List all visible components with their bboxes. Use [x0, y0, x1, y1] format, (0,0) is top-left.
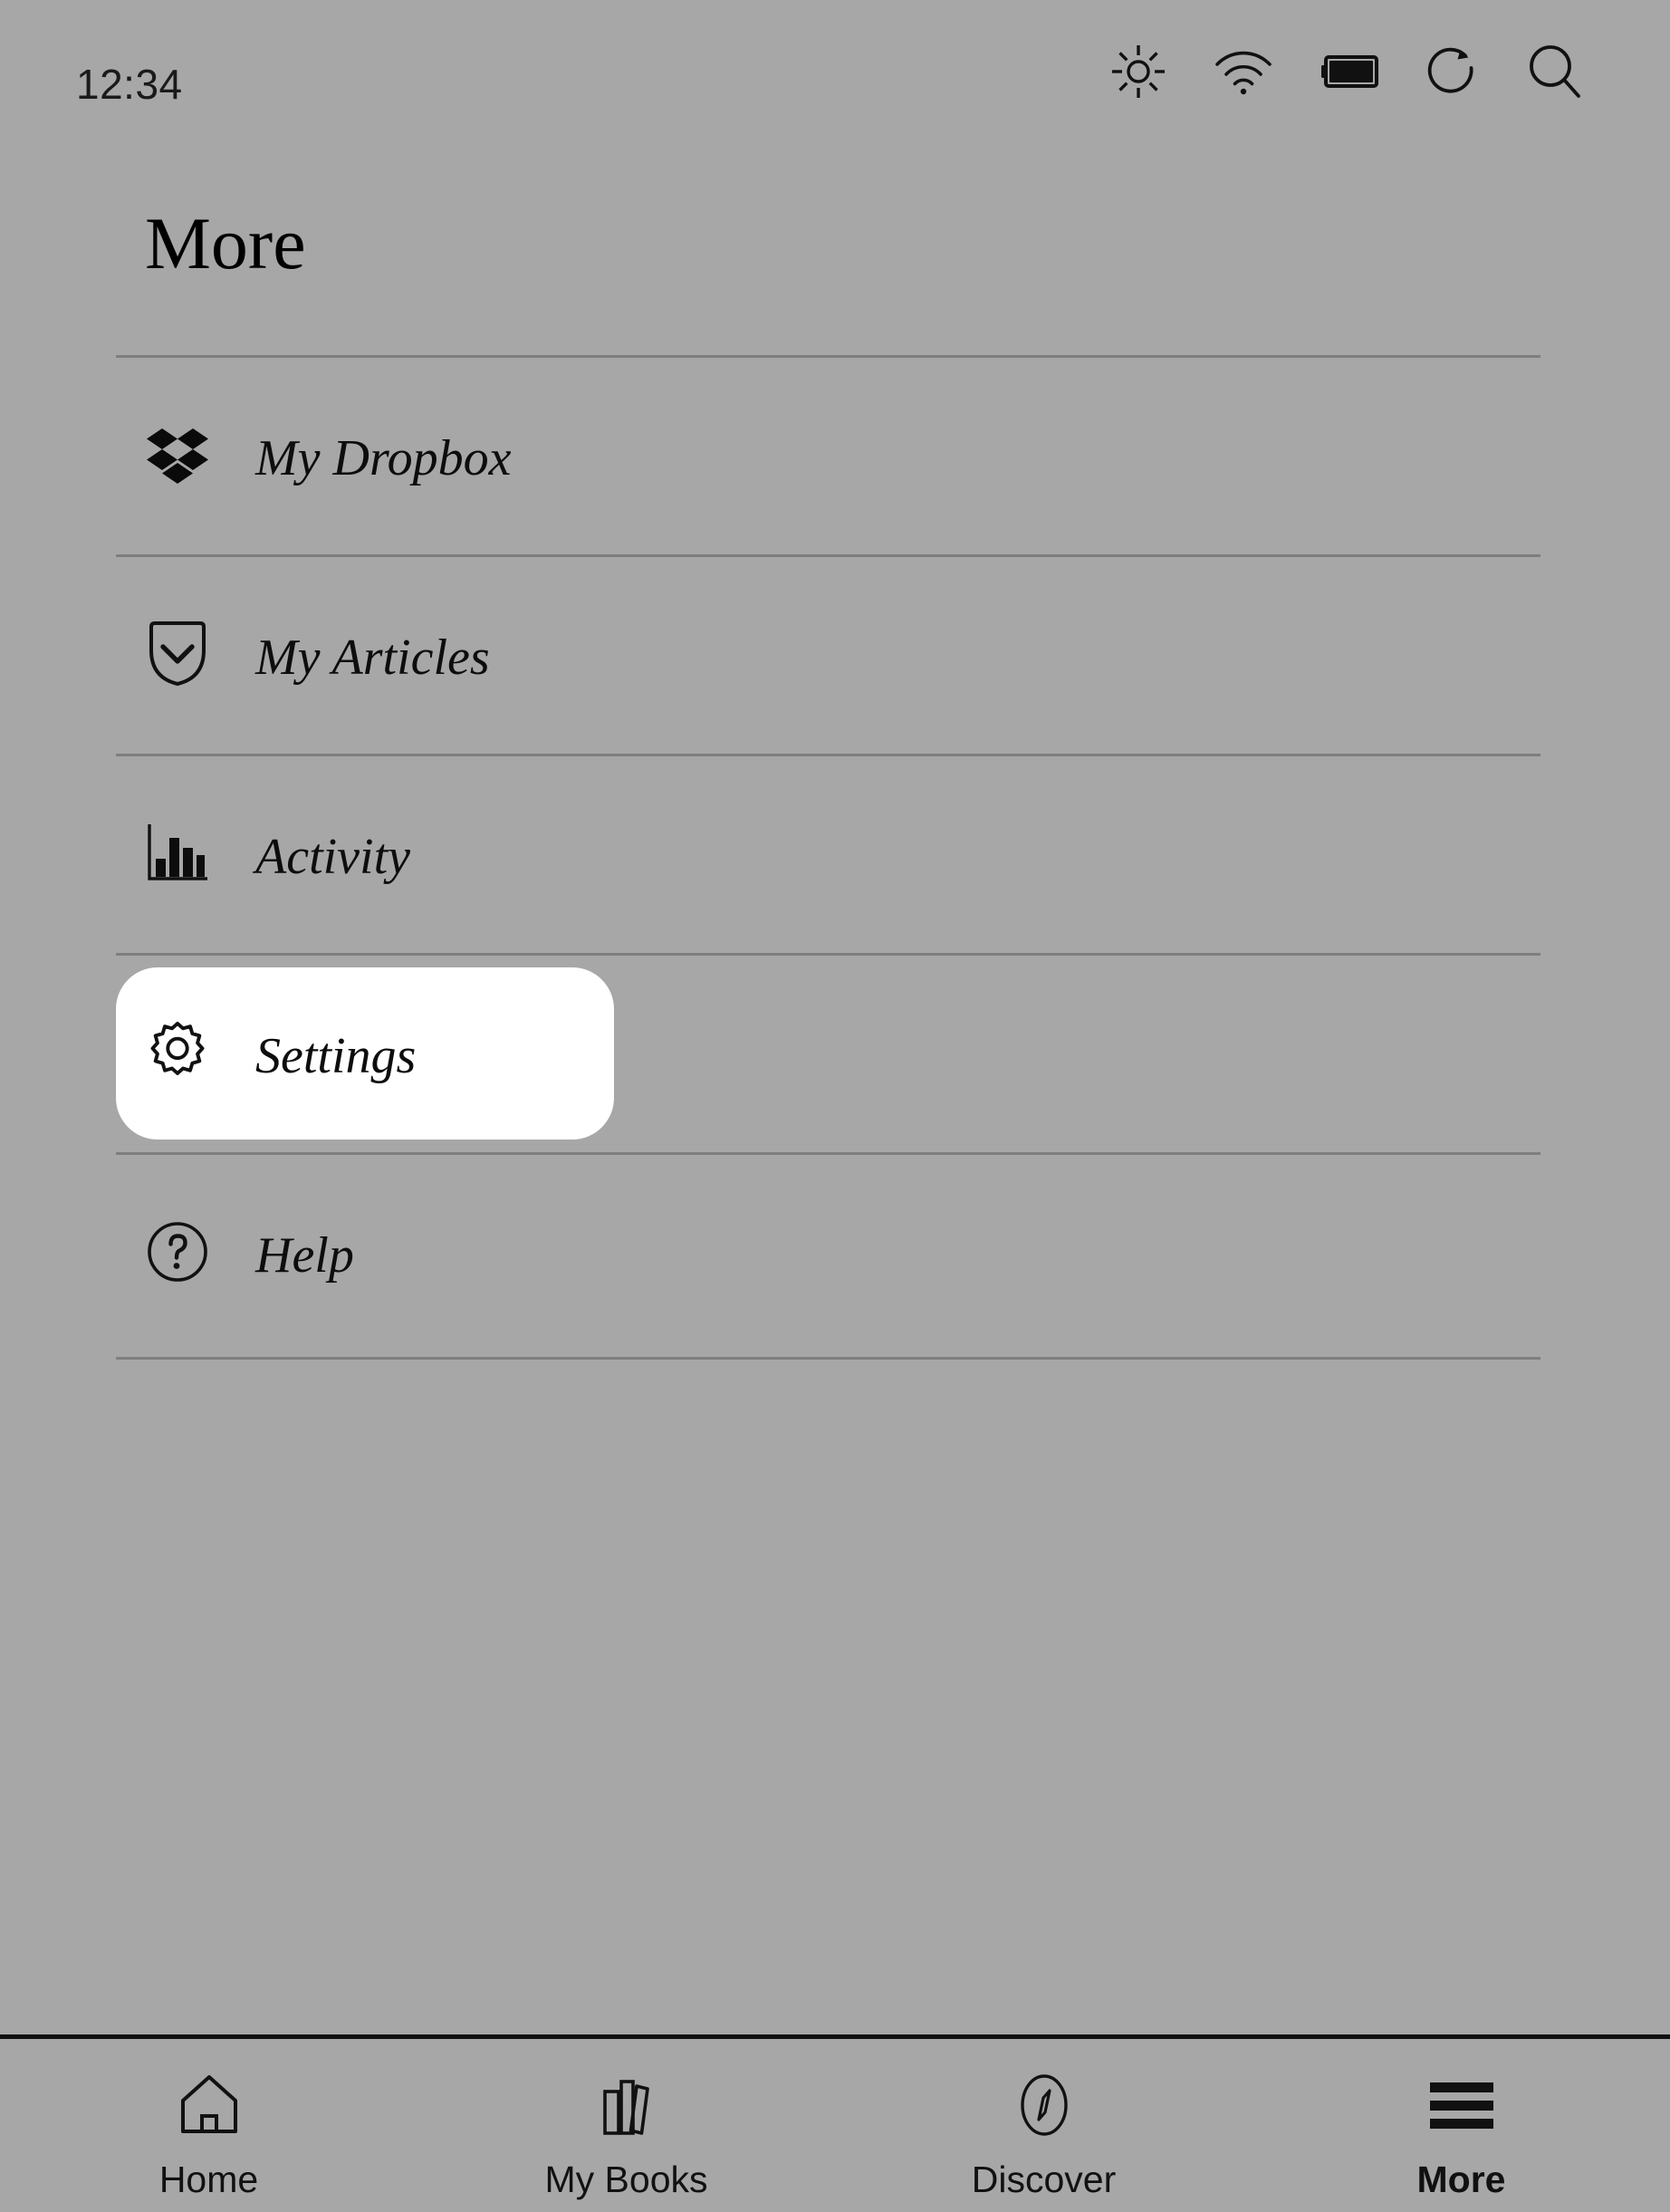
menu-item-activity[interactable]: Activity — [0, 754, 1670, 953]
menu-item-label: My Dropbox — [255, 433, 512, 484]
bar-chart-icon — [145, 821, 210, 886]
menu-item-my-dropbox[interactable]: My Dropbox — [0, 355, 1670, 554]
question-circle-icon — [145, 1219, 210, 1284]
menu-item-help[interactable]: Help — [0, 1152, 1670, 1351]
pocket-icon — [145, 621, 210, 687]
nav-item-home[interactable]: Home — [0, 2039, 418, 2212]
menu-item-label: Help — [255, 1230, 354, 1281]
menu-item-label: Settings — [255, 1031, 416, 1082]
status-icon-group — [1110, 43, 1583, 100]
books-icon — [593, 2070, 660, 2140]
nav-item-label: More — [1417, 2159, 1506, 2201]
status-bar: 12:34 — [0, 0, 1670, 136]
nav-item-discover[interactable]: Discover — [835, 2039, 1252, 2212]
hamburger-icon — [1426, 2070, 1497, 2140]
gear-icon — [145, 1020, 210, 1085]
nav-item-more[interactable]: More — [1252, 2039, 1670, 2212]
brightness-icon[interactable] — [1110, 43, 1166, 100]
compass-icon — [1016, 2070, 1072, 2140]
nav-item-my-books[interactable]: My Books — [418, 2039, 835, 2212]
search-icon[interactable] — [1527, 43, 1583, 100]
nav-item-label: My Books — [545, 2159, 708, 2201]
divider — [116, 1357, 1540, 1360]
menu-item-label: My Articles — [255, 632, 490, 683]
menu-item-settings[interactable]: Settings — [0, 953, 1670, 1152]
nav-item-label: Discover — [972, 2159, 1116, 2201]
home-icon — [176, 2070, 243, 2140]
page-title: More — [145, 207, 306, 281]
status-time: 12:34 — [76, 60, 183, 109]
dropbox-icon — [145, 422, 210, 487]
sync-icon[interactable] — [1425, 44, 1480, 99]
ereader-screen: 12:34 — [0, 0, 1670, 2212]
battery-icon[interactable] — [1320, 54, 1378, 89]
nav-item-label: Home — [159, 2159, 258, 2201]
menu-item-my-articles[interactable]: My Articles — [0, 554, 1670, 754]
menu-item-label: Activity — [255, 832, 410, 882]
bottom-navigation-bar: Home My Books Discover — [0, 2034, 1670, 2212]
wifi-icon[interactable] — [1214, 48, 1273, 95]
